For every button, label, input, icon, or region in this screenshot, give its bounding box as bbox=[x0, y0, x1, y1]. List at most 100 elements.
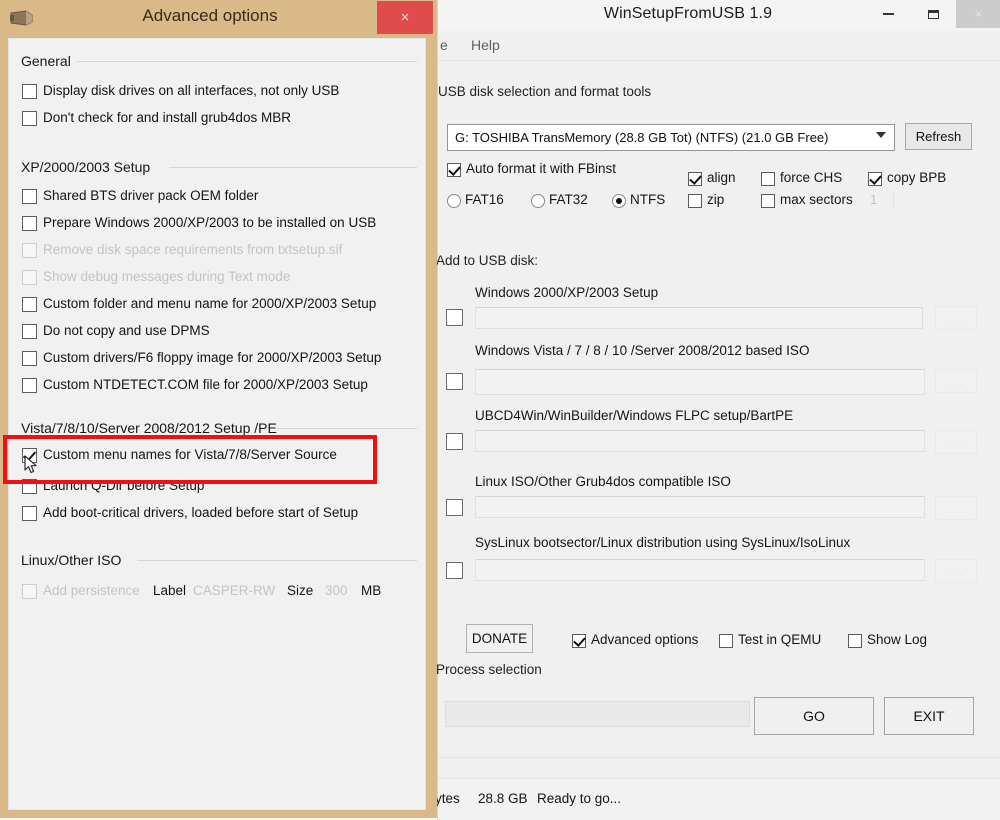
checkbox-dont-check-grub4dos[interactable] bbox=[22, 111, 37, 126]
group-rule-general bbox=[77, 61, 417, 62]
persistence-label-value[interactable]: CASPER-RW bbox=[193, 583, 275, 598]
close-icon: × bbox=[974, 7, 982, 21]
add-to-usb-group-label: Add to USB disk: bbox=[436, 253, 539, 268]
auto-format-label: Auto format it with FBinst bbox=[466, 161, 617, 176]
close-icon: × bbox=[400, 9, 410, 26]
checkbox-prepare-windows[interactable] bbox=[22, 216, 37, 231]
mouse-cursor-icon bbox=[24, 455, 37, 474]
status-message: Ready to go... bbox=[537, 791, 622, 806]
usb-drive-value: G: TOSHIBA TransMemory (28.8 GB Tot) (NT… bbox=[455, 130, 829, 145]
usb-selection-group-label: USB disk selection and format tools bbox=[438, 84, 652, 99]
zip-checkbox[interactable] bbox=[688, 194, 702, 208]
main-window-title: WinSetupFromUSB 1.9 bbox=[603, 5, 773, 22]
iso-row-checkbox-3[interactable] bbox=[446, 433, 463, 450]
refresh-button[interactable]: Refresh bbox=[905, 123, 972, 150]
advanced-options-window: Advanced options × General Display disk … bbox=[0, 0, 437, 818]
advanced-options-checkbox[interactable] bbox=[572, 634, 586, 648]
show-log-checkbox[interactable] bbox=[848, 634, 862, 648]
label-no-dpms: Do not copy and use DPMS bbox=[43, 323, 210, 338]
align-label: align bbox=[707, 170, 736, 185]
progress-bar bbox=[445, 701, 750, 727]
checkbox-custom-drivers-f6[interactable] bbox=[22, 351, 37, 366]
iso-row-browse-2[interactable]: ... bbox=[935, 369, 977, 393]
minimize-icon bbox=[883, 13, 894, 15]
iso-row-title-3: UBCD4Win/WinBuilder/Windows FLPC setup/B… bbox=[475, 408, 794, 423]
label-show-debug: Show debug messages during Text mode bbox=[43, 269, 291, 284]
radio-ntfs-label: NTFS bbox=[630, 192, 666, 207]
persistence-size-value[interactable]: 300 bbox=[325, 583, 348, 598]
show-log-label: Show Log bbox=[867, 632, 928, 647]
exit-button[interactable]: EXIT bbox=[884, 697, 974, 735]
main-titlebar: WinSetupFromUSB 1.9 × bbox=[438, 0, 1000, 32]
process-selection-label: Process selection bbox=[436, 662, 542, 677]
close-button[interactable]: × bbox=[956, 0, 1000, 28]
checkbox-display-disk-drives[interactable] bbox=[22, 84, 37, 99]
label-custom-folder-menu: Custom folder and menu name for 2000/XP/… bbox=[43, 296, 377, 311]
radio-ntfs[interactable] bbox=[612, 194, 626, 208]
chevron-down-icon bbox=[876, 132, 886, 138]
iso-row-browse-4[interactable]: ... bbox=[935, 496, 977, 520]
donate-button[interactable]: DONATE bbox=[466, 624, 533, 653]
menu-item-help[interactable]: Help bbox=[465, 35, 506, 55]
minimize-button[interactable] bbox=[866, 0, 911, 28]
label-persistence-label-caption: Label bbox=[153, 583, 187, 598]
auto-format-checkbox[interactable] bbox=[447, 163, 461, 177]
zip-label: zip bbox=[707, 192, 725, 207]
iso-row-browse-5[interactable]: ... bbox=[935, 559, 977, 583]
test-in-qemu-label: Test in QEMU bbox=[738, 632, 822, 647]
iso-row-checkbox-1[interactable] bbox=[446, 309, 463, 326]
iso-row-title-5: SysLinux bootsector/Linux distribution u… bbox=[475, 535, 851, 550]
group-rule-xp-setup bbox=[169, 167, 417, 168]
test-in-qemu-checkbox[interactable] bbox=[719, 634, 733, 648]
maximize-button[interactable] bbox=[911, 0, 956, 28]
iso-row-browse-1[interactable]: ... bbox=[935, 306, 977, 330]
radio-fat16[interactable] bbox=[447, 194, 461, 208]
group-rule-linux-iso bbox=[137, 560, 417, 561]
checkbox-shared-bts[interactable] bbox=[22, 189, 37, 204]
advanced-client-area: General Display disk drives on all inter… bbox=[8, 38, 426, 810]
label-persistence-size-caption: Size bbox=[287, 583, 314, 598]
max-sectors-value: 1 bbox=[870, 192, 878, 207]
label-custom-drivers-f6: Custom drivers/F6 floppy image for 2000/… bbox=[43, 350, 382, 365]
iso-row-checkbox-2[interactable] bbox=[446, 373, 463, 390]
advanced-close-button[interactable]: × bbox=[377, 1, 433, 34]
label-custom-ntdetect: Custom NTDETECT.COM file for 2000/XP/200… bbox=[43, 377, 368, 392]
checkbox-no-dpms[interactable] bbox=[22, 324, 37, 339]
iso-row-title-4: Linux ISO/Other Grub4dos compatible ISO bbox=[475, 474, 731, 489]
max-sectors-checkbox[interactable] bbox=[761, 194, 775, 208]
copy-bpb-label: copy BPB bbox=[887, 170, 947, 185]
iso-row-field-4[interactable] bbox=[475, 496, 925, 518]
winsetupfromusb-window: WinSetupFromUSB 1.9 × e Help USB disk se… bbox=[435, 0, 1000, 820]
align-checkbox[interactable] bbox=[688, 172, 702, 186]
iso-row-field-1[interactable] bbox=[475, 307, 923, 329]
checkbox-custom-folder-menu[interactable] bbox=[22, 297, 37, 312]
iso-row-browse-3[interactable]: ... bbox=[935, 430, 977, 454]
copy-bpb-checkbox[interactable] bbox=[868, 172, 882, 186]
iso-row-checkbox-5[interactable] bbox=[446, 562, 463, 579]
iso-row-title-1: Windows 2000/XP/2003 Setup bbox=[475, 285, 659, 300]
checkbox-boot-critical-drivers[interactable] bbox=[22, 506, 37, 521]
label-display-disk-drives: Display disk drives on all interfaces, n… bbox=[43, 83, 340, 98]
status-bytes: ytes bbox=[435, 791, 460, 806]
label-prepare-windows: Prepare Windows 2000/XP/2003 to be insta… bbox=[43, 215, 377, 230]
bottom-divider bbox=[438, 757, 1000, 758]
usb-drive-select[interactable]: G: TOSHIBA TransMemory (28.8 GB Tot) (NT… bbox=[447, 124, 895, 151]
checkbox-custom-ntdetect[interactable] bbox=[22, 378, 37, 393]
main-menubar: e Help bbox=[438, 31, 1000, 61]
go-button[interactable]: GO bbox=[754, 697, 874, 735]
group-rule-vista-setup bbox=[277, 428, 417, 429]
iso-row-checkbox-4[interactable] bbox=[446, 499, 463, 516]
advanced-titlebar: Advanced options × bbox=[0, 0, 437, 38]
label-dont-check-grub4dos: Don't check for and install grub4dos MBR bbox=[43, 110, 291, 125]
group-label-linux-iso: Linux/Other ISO bbox=[21, 552, 122, 568]
radio-fat32[interactable] bbox=[531, 194, 545, 208]
iso-row-field-3[interactable] bbox=[475, 430, 925, 452]
iso-row-field-2[interactable] bbox=[475, 369, 925, 395]
radio-fat16-label: FAT16 bbox=[465, 192, 504, 207]
status-bar: ytes 28.8 GB Ready to go... bbox=[435, 778, 1000, 820]
checkbox-show-debug bbox=[22, 270, 37, 285]
iso-row-field-5[interactable] bbox=[475, 559, 925, 581]
label-remove-disk-space: Remove disk space requirements from txts… bbox=[43, 242, 343, 257]
maximize-icon bbox=[928, 9, 939, 19]
force-chs-checkbox[interactable] bbox=[761, 172, 775, 186]
